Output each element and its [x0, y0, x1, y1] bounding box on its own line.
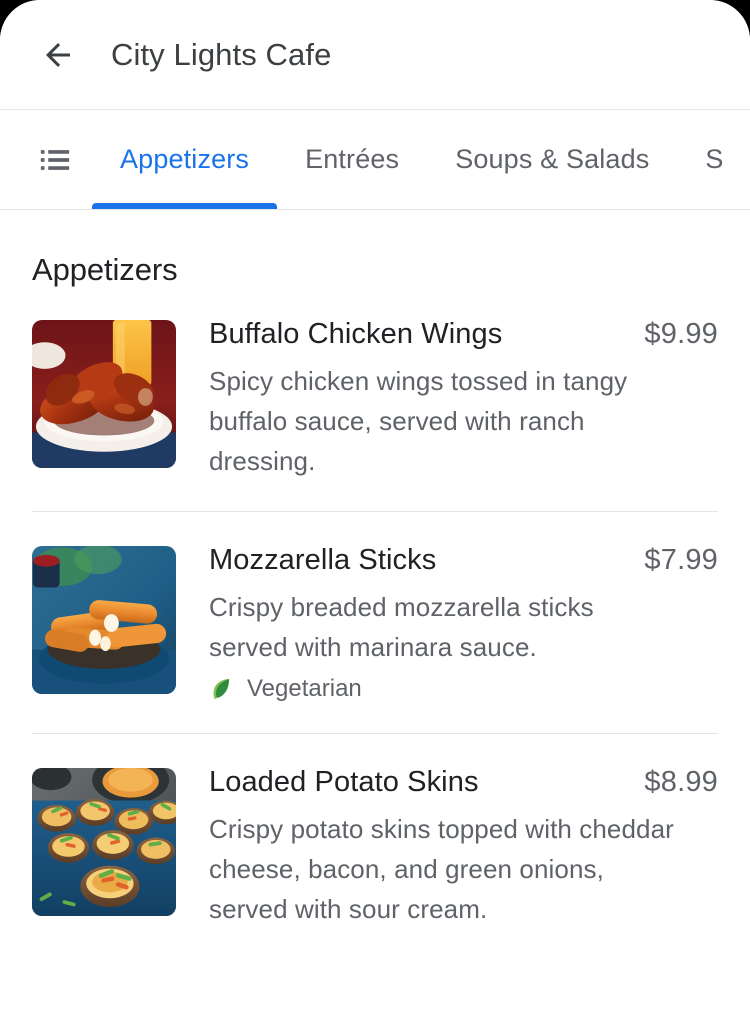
menu-item-description: Crispy breaded mozzarella sticks served … [209, 592, 594, 662]
back-button[interactable] [32, 29, 84, 81]
menu-item[interactable]: Loaded Potato Skins $8.99 Crispy potato … [0, 764, 750, 929]
tab-strip: Appetizers Entrées Soups & Salads S [92, 110, 750, 209]
menu-item-name: Loaded Potato Skins [209, 766, 479, 798]
menu-item-name: Buffalo Chicken Wings [209, 318, 503, 350]
menu-item-body: Mozzarella Sticks $7.99 Crispy breaded m… [209, 542, 718, 703]
item-spacer [0, 703, 750, 733]
item-spacer [0, 512, 750, 542]
list-menu-icon[interactable] [32, 137, 78, 183]
menu-item-body: Buffalo Chicken Wings $9.99 Spicy chicke… [209, 316, 718, 481]
item-spacer [0, 734, 750, 764]
tab-next-partial[interactable]: S [677, 110, 750, 209]
menu-item-description: Spicy chicken wings tossed in tangy buff… [209, 366, 628, 476]
tab-soups-and-salads[interactable]: Soups & Salads [427, 110, 677, 209]
menu-item-name: Mozzarella Sticks [209, 544, 437, 576]
menu-item-badges: Vegetarian [209, 675, 718, 703]
menu-content: Appetizers Buffalo Chicken Wings $9.99 S… [0, 210, 750, 929]
category-tab-bar: Appetizers Entrées Soups & Salads S [0, 110, 750, 210]
menu-item-body: Loaded Potato Skins $8.99 Crispy potato … [209, 764, 718, 929]
menu-item-list: Buffalo Chicken Wings $9.99 Spicy chicke… [0, 288, 750, 929]
menu-item[interactable]: Buffalo Chicken Wings $9.99 Spicy chicke… [0, 316, 750, 481]
page-title: City Lights Cafe [111, 36, 332, 72]
menu-item-price: $9.99 [644, 318, 718, 350]
item-spacer [0, 481, 750, 511]
menu-item[interactable]: Mozzarella Sticks $7.99 Crispy breaded m… [0, 542, 750, 703]
menu-item-description: Crispy potato skins topped with cheddar … [209, 814, 674, 924]
tab-label: Appetizers [120, 144, 250, 174]
menu-item-image [32, 768, 176, 916]
menu-item-image [32, 320, 176, 468]
menu-item-header: Buffalo Chicken Wings $9.99 [209, 318, 718, 351]
tab-appetizers[interactable]: Appetizers [92, 110, 278, 209]
section-heading: Appetizers [32, 252, 178, 287]
arrow-left-icon [40, 37, 76, 73]
menu-item-header: Loaded Potato Skins $8.99 [209, 766, 718, 799]
app-bar: City Lights Cafe [0, 0, 750, 110]
tab-label: Entrées [305, 144, 400, 174]
tab-label: Soups & Salads [455, 144, 650, 174]
menu-item-image [32, 546, 176, 694]
status-badge: Vegetarian [209, 675, 362, 703]
leaf-icon [209, 676, 235, 702]
tab-label: S [705, 144, 724, 174]
menu-item-price: $8.99 [644, 766, 718, 798]
tab-entrees[interactable]: Entrées [277, 110, 427, 209]
badge-label: Vegetarian [247, 675, 362, 702]
app-window: City Lights Cafe Appetizers Entrées Soup… [0, 0, 750, 1010]
menu-item-price: $7.99 [644, 544, 718, 576]
menu-item-header: Mozzarella Sticks $7.99 [209, 544, 718, 577]
